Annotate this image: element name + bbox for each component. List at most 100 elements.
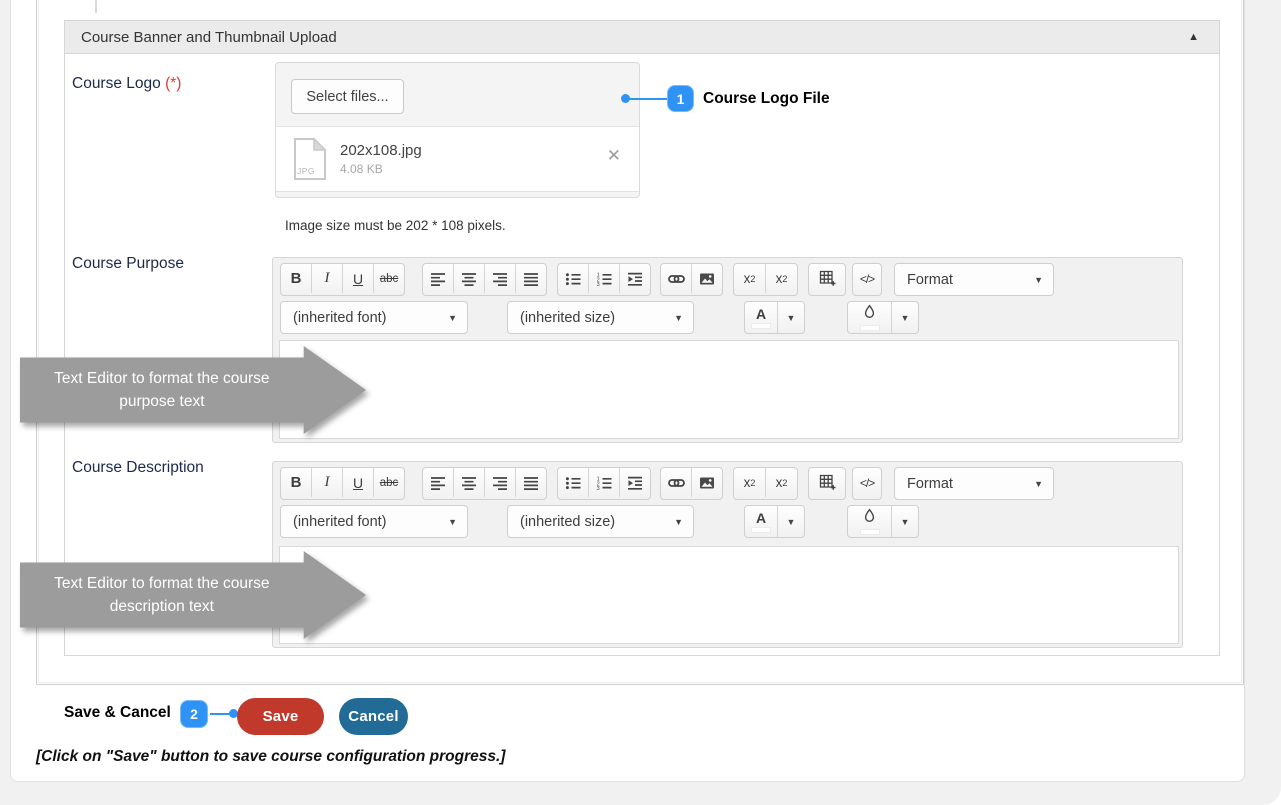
svg-text:3: 3 xyxy=(597,486,600,491)
callout-2-badge: 2 xyxy=(180,700,208,728)
font-dropdown[interactable]: (inherited font) ▼ xyxy=(280,505,468,538)
purpose-annotation-arrow: Text Editor to format the course purpose… xyxy=(20,346,366,434)
droplet-icon xyxy=(862,508,877,528)
droplet-icon xyxy=(862,304,877,324)
chevron-down-icon: ▼ xyxy=(674,313,683,323)
uploaded-file-row: JPG 202x108.jpg 4.08 KB ✕ xyxy=(276,126,639,192)
background-color-button[interactable] xyxy=(848,302,891,333)
insert-group xyxy=(660,263,723,296)
save-cancel-label: Save & Cancel xyxy=(64,704,171,722)
font-color-button[interactable]: A xyxy=(745,506,777,537)
background-color-swatch xyxy=(860,529,880,535)
align-left-icon[interactable] xyxy=(423,468,453,497)
justify-icon[interactable] xyxy=(515,468,546,497)
callout-1-line xyxy=(629,98,668,100)
chevron-down-icon: ▼ xyxy=(1034,275,1043,285)
subscript-button[interactable]: x2 xyxy=(734,264,765,293)
bold-button[interactable]: B xyxy=(281,264,311,293)
strikethrough-button[interactable]: abc xyxy=(373,468,404,497)
view-source-button[interactable]: </> xyxy=(853,468,881,497)
align-center-icon[interactable] xyxy=(453,264,484,293)
collapse-icon[interactable]: ▲ xyxy=(1188,31,1203,43)
view-source-button[interactable]: </> xyxy=(853,264,881,293)
italic-button[interactable]: I xyxy=(311,264,342,293)
font-color-caret[interactable]: ▼ xyxy=(777,302,804,333)
required-marker: (*) xyxy=(165,75,181,92)
font-size-dropdown[interactable]: (inherited size) ▼ xyxy=(507,301,694,334)
font-color-button[interactable]: A xyxy=(745,302,777,333)
course-description-label: Course Description xyxy=(72,459,204,477)
align-right-icon[interactable] xyxy=(484,264,515,293)
insert-table-icon[interactable] xyxy=(809,468,845,497)
font-color-split-button: A ▼ xyxy=(744,301,805,334)
format-dropdown[interactable]: Format ▼ xyxy=(894,467,1054,500)
list-group: 123 xyxy=(557,263,651,296)
chevron-down-icon: ▼ xyxy=(787,517,796,527)
numbered-list-icon[interactable]: 123 xyxy=(588,264,619,293)
course-description-textarea[interactable] xyxy=(279,546,1179,644)
font-dropdown[interactable]: (inherited font) ▼ xyxy=(280,301,468,334)
align-left-icon[interactable] xyxy=(423,264,453,293)
section-header[interactable]: Course Banner and Thumbnail Upload ▲ xyxy=(65,21,1219,54)
script-group: x2 x2 xyxy=(733,467,798,500)
font-size-dropdown[interactable]: (inherited size) ▼ xyxy=(507,505,694,538)
cancel-button[interactable]: Cancel xyxy=(339,698,408,735)
link-icon[interactable] xyxy=(661,468,691,497)
select-files-button[interactable]: Select files... xyxy=(291,79,404,114)
chevron-down-icon: ▼ xyxy=(1034,479,1043,489)
save-button[interactable]: Save xyxy=(237,698,324,735)
purpose-annotation-text: Text Editor to format the course purpose… xyxy=(20,346,304,434)
description-annotation-text: Text Editor to format the course descrip… xyxy=(20,551,304,639)
alignment-group xyxy=(422,263,547,296)
remove-file-icon[interactable]: ✕ xyxy=(607,147,621,164)
align-right-icon[interactable] xyxy=(484,468,515,497)
chevron-down-icon: ▼ xyxy=(448,517,457,527)
font-color-caret[interactable]: ▼ xyxy=(777,506,804,537)
background-color-split-button: ▼ xyxy=(847,505,919,538)
chevron-down-icon: ▼ xyxy=(901,313,910,323)
callout-1-badge: 1 xyxy=(667,85,694,112)
image-icon[interactable] xyxy=(691,468,722,497)
background-color-caret[interactable]: ▼ xyxy=(891,506,918,537)
svg-text:3: 3 xyxy=(597,282,600,287)
list-group: 123 xyxy=(557,467,651,500)
underline-button[interactable]: U xyxy=(342,468,373,497)
superscript-button[interactable]: x2 xyxy=(765,468,797,497)
file-type-label: JPG xyxy=(297,166,315,176)
course-logo-label: Course Logo (*) xyxy=(72,75,181,93)
table-group xyxy=(808,263,846,296)
alignment-group xyxy=(422,467,547,500)
image-icon[interactable] xyxy=(691,264,722,293)
align-center-icon[interactable] xyxy=(453,468,484,497)
background-color-swatch xyxy=(860,325,880,331)
numbered-list-icon[interactable]: 123 xyxy=(588,468,619,497)
superscript-button[interactable]: x2 xyxy=(765,264,797,293)
background-color-button[interactable] xyxy=(848,506,891,537)
course-description-editor: B I U abc xyxy=(272,461,1183,648)
chevron-down-icon: ▼ xyxy=(787,313,796,323)
underline-button[interactable]: U xyxy=(342,264,373,293)
font-color-split-button: A ▼ xyxy=(744,505,805,538)
background-color-split-button: ▼ xyxy=(847,301,919,334)
chevron-down-icon: ▼ xyxy=(448,313,457,323)
code-group: </> xyxy=(852,467,882,500)
link-icon[interactable] xyxy=(661,264,691,293)
indent-icon[interactable] xyxy=(619,264,650,293)
justify-icon[interactable] xyxy=(515,264,546,293)
bullet-list-icon[interactable] xyxy=(558,468,588,497)
file-size: 4.08 KB xyxy=(340,162,383,176)
course-purpose-textarea[interactable] xyxy=(279,340,1179,439)
insert-table-icon[interactable] xyxy=(809,264,845,293)
bullet-list-icon[interactable] xyxy=(558,264,588,293)
format-dropdown[interactable]: Format ▼ xyxy=(894,263,1054,296)
script-group: x2 x2 xyxy=(733,263,798,296)
bold-button[interactable]: B xyxy=(281,468,311,497)
italic-button[interactable]: I xyxy=(311,468,342,497)
background-color-caret[interactable]: ▼ xyxy=(891,302,918,333)
indent-icon[interactable] xyxy=(619,468,650,497)
chevron-down-icon: ▼ xyxy=(674,517,683,527)
subscript-button[interactable]: x2 xyxy=(734,468,765,497)
callout-1-label: Course Logo File xyxy=(703,90,830,108)
strikethrough-button[interactable]: abc xyxy=(373,264,404,293)
upload-widget: Select files... JPG 202x108.jpg 4.08 KB … xyxy=(275,62,640,198)
